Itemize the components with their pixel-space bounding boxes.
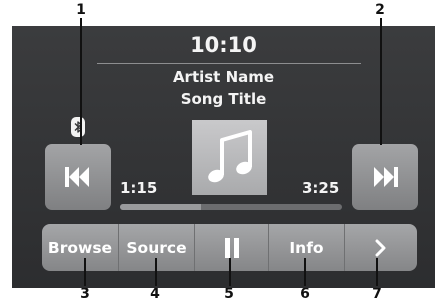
elapsed-time: 1:15: [120, 179, 158, 197]
previous-track-button[interactable]: [45, 144, 111, 210]
music-note-icon: [208, 130, 252, 183]
callout-1-leader: [80, 18, 82, 145]
progress-fill: [120, 204, 202, 210]
callout-5-leader: [229, 258, 231, 286]
callout-6: 6: [300, 286, 310, 302]
total-time: 3:25: [302, 179, 340, 197]
chevron-right-icon: [375, 239, 386, 256]
more-button[interactable]: [345, 224, 417, 271]
browse-button[interactable]: Browse: [42, 224, 119, 271]
play-pause-button[interactable]: [195, 224, 269, 271]
source-button[interactable]: Source: [119, 224, 195, 271]
skip-previous-icon: [65, 167, 89, 187]
callout-4: 4: [150, 286, 160, 302]
callout-2-leader: [380, 18, 382, 145]
bluetooth-icon: [71, 117, 85, 137]
header-divider: [97, 63, 361, 64]
album-art: [192, 120, 267, 195]
callout-2: 2: [375, 2, 385, 18]
progress-bar[interactable]: [120, 204, 342, 210]
info-button[interactable]: Info: [269, 224, 345, 271]
pause-icon: [224, 237, 239, 258]
callout-1: 1: [76, 2, 86, 18]
callout-6-leader: [304, 258, 306, 286]
song-title: Song Title: [180, 90, 267, 108]
next-track-button[interactable]: [352, 144, 418, 210]
callout-4-leader: [155, 258, 157, 286]
skip-next-icon: [374, 167, 398, 187]
callout-7: 7: [372, 286, 382, 302]
artist-name: Artist Name: [172, 68, 275, 86]
callout-3-leader: [84, 258, 86, 286]
callout-3: 3: [80, 286, 90, 302]
clock: 10:10: [190, 33, 257, 57]
callout-5: 5: [224, 286, 234, 302]
callout-7-leader: [376, 258, 378, 286]
